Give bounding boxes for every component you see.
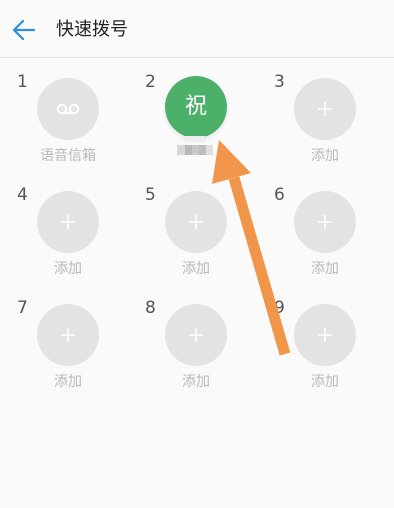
app-header: 快速拨号 [0, 0, 394, 58]
slot-label: 语音信箱 [40, 148, 96, 164]
contact-name-pixelated [177, 145, 213, 155]
slot-label: 添加 [182, 261, 210, 277]
slot-number: 1 [17, 72, 28, 92]
add-contact-button[interactable] [294, 191, 356, 253]
plus-icon [189, 328, 203, 342]
add-contact-button[interactable] [294, 304, 356, 366]
arrow-left-icon [12, 19, 36, 41]
slot-number: 7 [17, 298, 28, 318]
slot-number: 8 [145, 298, 156, 318]
plus-icon [61, 215, 75, 229]
slot-label: 添加 [54, 261, 82, 277]
add-contact-button[interactable] [294, 78, 356, 140]
add-contact-button[interactable] [37, 304, 99, 366]
speed-dial-slot-8: 8 添加 [128, 284, 256, 392]
slot-number: 6 [274, 185, 285, 205]
back-button[interactable] [8, 14, 40, 46]
plus-icon [318, 102, 332, 116]
speed-dial-slot-6: 6 添加 [257, 171, 385, 279]
slot-number: 4 [17, 185, 28, 205]
slot-number: 9 [274, 298, 285, 318]
slot-number: 5 [145, 185, 156, 205]
contact-avatar-button[interactable]: 祝 [165, 76, 227, 138]
slot-number: 2 [145, 72, 156, 92]
slot-number: 3 [274, 72, 285, 92]
slot-label: 添加 [54, 374, 82, 390]
voicemail-button[interactable] [37, 78, 99, 140]
contact-card-tab [184, 136, 206, 142]
plus-icon [318, 215, 332, 229]
voicemail-icon [56, 103, 80, 115]
speed-dial-screen: 快速拨号 1 语音信箱 2 3 添加 4 添加 5 添加 6 添加 7 添加 8… [0, 0, 394, 508]
speed-dial-slot-7: 7 添加 [0, 284, 128, 392]
speed-dial-slot-1: 1 语音信箱 [0, 58, 128, 166]
slot-label: 添加 [182, 374, 210, 390]
add-contact-button[interactable] [165, 304, 227, 366]
add-contact-button[interactable] [37, 191, 99, 253]
slot-label: 添加 [311, 261, 339, 277]
plus-icon [189, 215, 203, 229]
speed-dial-slot-4: 4 添加 [0, 171, 128, 279]
add-contact-button[interactable] [165, 191, 227, 253]
speed-dial-slot-9: 9 添加 [257, 284, 385, 392]
slot-label: 添加 [311, 374, 339, 390]
slot-label: 添加 [311, 148, 339, 164]
speed-dial-slot-5: 5 添加 [128, 171, 256, 279]
plus-icon [61, 328, 75, 342]
speed-dial-slot-3: 3 添加 [257, 58, 385, 166]
plus-icon [318, 328, 332, 342]
page-title: 快速拨号 [56, 19, 128, 40]
